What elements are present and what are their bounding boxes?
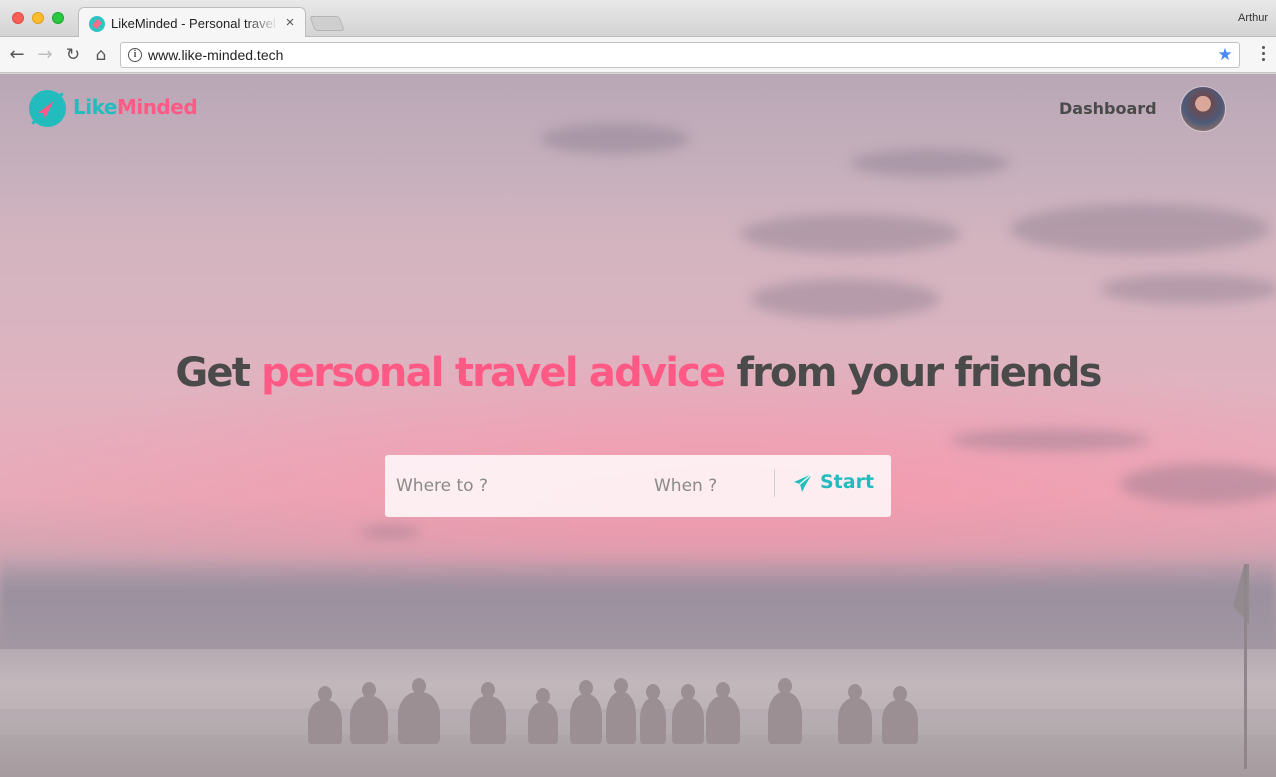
back-arrow-icon[interactable]: ←	[6, 44, 28, 66]
logo-text-minded: Minded	[116, 95, 198, 119]
tab-favicon-icon	[89, 16, 105, 32]
silhouette-person	[838, 684, 872, 744]
site-logo[interactable]: LikeMinded	[73, 95, 198, 119]
hero-title-accent: personal travel advice	[261, 350, 726, 396]
tab-title: LikeMinded - Personal travel advice	[111, 16, 279, 31]
user-avatar[interactable]	[1181, 87, 1225, 131]
browser-toolbar: ← → ↻ ⌂ i www.like-minded.tech ★	[0, 37, 1276, 73]
background-cloud	[740, 214, 960, 254]
window-close-button[interactable]	[12, 12, 24, 24]
search-divider	[774, 469, 775, 497]
background-cloud	[1120, 464, 1276, 504]
silhouette-person	[350, 682, 388, 744]
silhouette-person	[470, 682, 506, 744]
silhouette-person	[882, 686, 918, 744]
start-button[interactable]: Start	[783, 466, 883, 500]
when-input[interactable]	[654, 469, 764, 503]
background-cloud	[1010, 204, 1270, 254]
background-cloud	[750, 279, 940, 319]
silhouette-person	[640, 684, 666, 744]
tab-close-icon[interactable]: ×	[282, 14, 298, 32]
background-cloud	[850, 149, 1010, 177]
send-icon	[794, 473, 813, 492]
window-minimize-button[interactable]	[32, 12, 44, 24]
new-tab-button[interactable]	[309, 16, 345, 31]
reload-icon[interactable]: ↻	[62, 44, 84, 66]
silhouette-person	[570, 680, 602, 744]
background-cloud	[950, 429, 1150, 451]
browser-tab-active[interactable]: LikeMinded - Personal travel advice ×	[78, 7, 306, 38]
url-text[interactable]: www.like-minded.tech	[148, 47, 283, 63]
menu-icon[interactable]	[1262, 46, 1266, 64]
silhouette-person	[528, 688, 558, 744]
silhouette-person	[768, 678, 802, 744]
silhouette-person	[706, 682, 740, 744]
bookmark-star-icon[interactable]: ★	[1215, 45, 1235, 65]
info-icon[interactable]: i	[128, 48, 142, 62]
hero-title: Get personal travel advice from your fri…	[0, 350, 1276, 396]
browser-titlebar: LikeMinded - Personal travel advice × Ar…	[0, 0, 1276, 38]
hero-title-end: from your friends	[724, 350, 1102, 396]
hero-title-start: Get	[175, 350, 262, 396]
where-input[interactable]	[396, 469, 636, 503]
background-cloud	[1100, 274, 1276, 304]
silhouette-person	[398, 678, 440, 744]
background-sea	[0, 649, 1276, 709]
forward-arrow-icon[interactable]: →	[34, 44, 56, 66]
silhouette-person	[606, 678, 636, 744]
background-cloud-bank	[0, 554, 1276, 644]
background-cloud	[540, 124, 690, 154]
silhouette-person	[308, 686, 342, 744]
nav-dashboard-link[interactable]: Dashboard	[1059, 99, 1157, 118]
home-icon[interactable]: ⌂	[90, 44, 112, 66]
profile-name[interactable]: Arthur	[1238, 12, 1268, 24]
window-maximize-button[interactable]	[52, 12, 64, 24]
silhouette-person	[672, 684, 704, 744]
background-beach	[0, 734, 1276, 777]
background-flag-pole	[1244, 564, 1247, 769]
compass-logo-icon[interactable]	[29, 90, 66, 127]
trip-search-form: Start	[385, 455, 891, 517]
background-cloud	[360, 526, 420, 538]
address-bar[interactable]: i www.like-minded.tech ★	[120, 42, 1240, 68]
start-label: Start	[820, 471, 875, 493]
page-viewport: LikeMinded Dashboard Get personal travel…	[0, 74, 1276, 777]
logo-text-like: Like	[73, 95, 117, 119]
compass-needle-icon	[38, 98, 57, 118]
